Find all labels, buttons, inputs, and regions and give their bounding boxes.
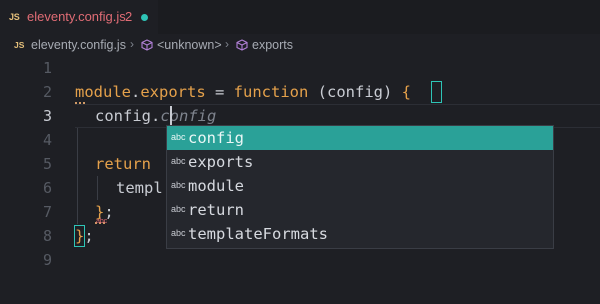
line-number: 1 — [42, 59, 52, 77]
bracket-match-highlight — [431, 81, 442, 103]
suggestion-label: config — [188, 129, 244, 147]
code-token: (config) — [308, 83, 402, 101]
code-line-5: return — [95, 152, 151, 176]
line-number: 7 — [42, 203, 52, 221]
code-line-8: }; — [75, 224, 94, 248]
tab-label: eleventy.config.js — [27, 9, 126, 24]
text-cursor — [170, 106, 172, 126]
code-token: . — [131, 83, 141, 101]
text-word-icon: abc — [171, 156, 186, 166]
line-number: 8 — [42, 227, 52, 245]
line-number: 5 — [42, 155, 52, 173]
suggestion-label: return — [188, 201, 244, 219]
code-token: templ — [116, 179, 163, 197]
text-word-icon: abc — [171, 228, 186, 238]
tab-bar: JS eleventy.config.js 2 — [0, 0, 600, 34]
code-token: module — [75, 83, 131, 101]
indent-guide — [77, 128, 78, 224]
text-word-icon: abc — [171, 132, 186, 142]
suggestion-label: module — [188, 177, 244, 195]
unsaved-dot-icon[interactable] — [141, 14, 148, 21]
code-token: exports — [140, 83, 206, 101]
breadcrumb: JS eleventy.config.js › <unknown> › expo… — [0, 34, 600, 56]
suggestion-label: templateFormats — [188, 225, 328, 243]
symbol-cube-icon — [236, 39, 248, 51]
suggestion-item-module[interactable]: abc module — [167, 174, 553, 198]
javascript-file-icon: JS — [14, 40, 25, 50]
line-number: 9 — [42, 251, 52, 269]
suggestion-item-templateformats[interactable]: abc templateFormats — [167, 222, 553, 246]
tab-eleventy-config[interactable]: JS eleventy.config.js 2 — [0, 0, 158, 34]
line-number: 6 — [42, 179, 52, 197]
code-line-2: module.exports = function (config) { — [75, 80, 411, 104]
code-token: { — [401, 83, 411, 101]
suggestion-item-config[interactable]: abc config — [167, 126, 553, 150]
abc-marker: abc — [96, 218, 108, 225]
code-token: } — [75, 227, 85, 245]
text-word-icon: abc — [171, 180, 186, 190]
chevron-right-icon: › — [130, 37, 134, 51]
suggestion-item-exports[interactable]: abc exports — [167, 150, 553, 174]
code-token: config. — [95, 107, 161, 125]
code-token: function — [233, 83, 309, 101]
indent-guide — [97, 176, 98, 200]
code-token: = — [205, 83, 234, 101]
line-number-active: 3 — [42, 107, 52, 125]
inline-suggestion-ghost-text: config — [160, 107, 217, 125]
autocomplete-suggestions: abc config abc exports abc module abc re… — [166, 125, 554, 249]
problem-count-badge: 2 — [125, 9, 133, 24]
text-word-icon: abc — [171, 204, 186, 214]
breadcrumb-item-file[interactable]: eleventy.config.js — [31, 38, 126, 52]
code-line-6: templ — [116, 176, 163, 200]
symbol-cube-icon — [141, 39, 153, 51]
line-number: 2 — [42, 83, 52, 101]
code-token: return — [95, 155, 151, 173]
suggestion-label: exports — [188, 153, 254, 171]
line-number: 4 — [42, 131, 52, 149]
chevron-right-icon: › — [225, 37, 229, 51]
breadcrumb-item-unknown[interactable]: <unknown> — [157, 38, 222, 52]
breadcrumb-item-exports[interactable]: exports — [252, 38, 293, 52]
javascript-file-icon: JS — [9, 12, 20, 22]
suggestion-item-return[interactable]: abc return — [167, 198, 553, 222]
code-token: ; — [84, 227, 94, 245]
